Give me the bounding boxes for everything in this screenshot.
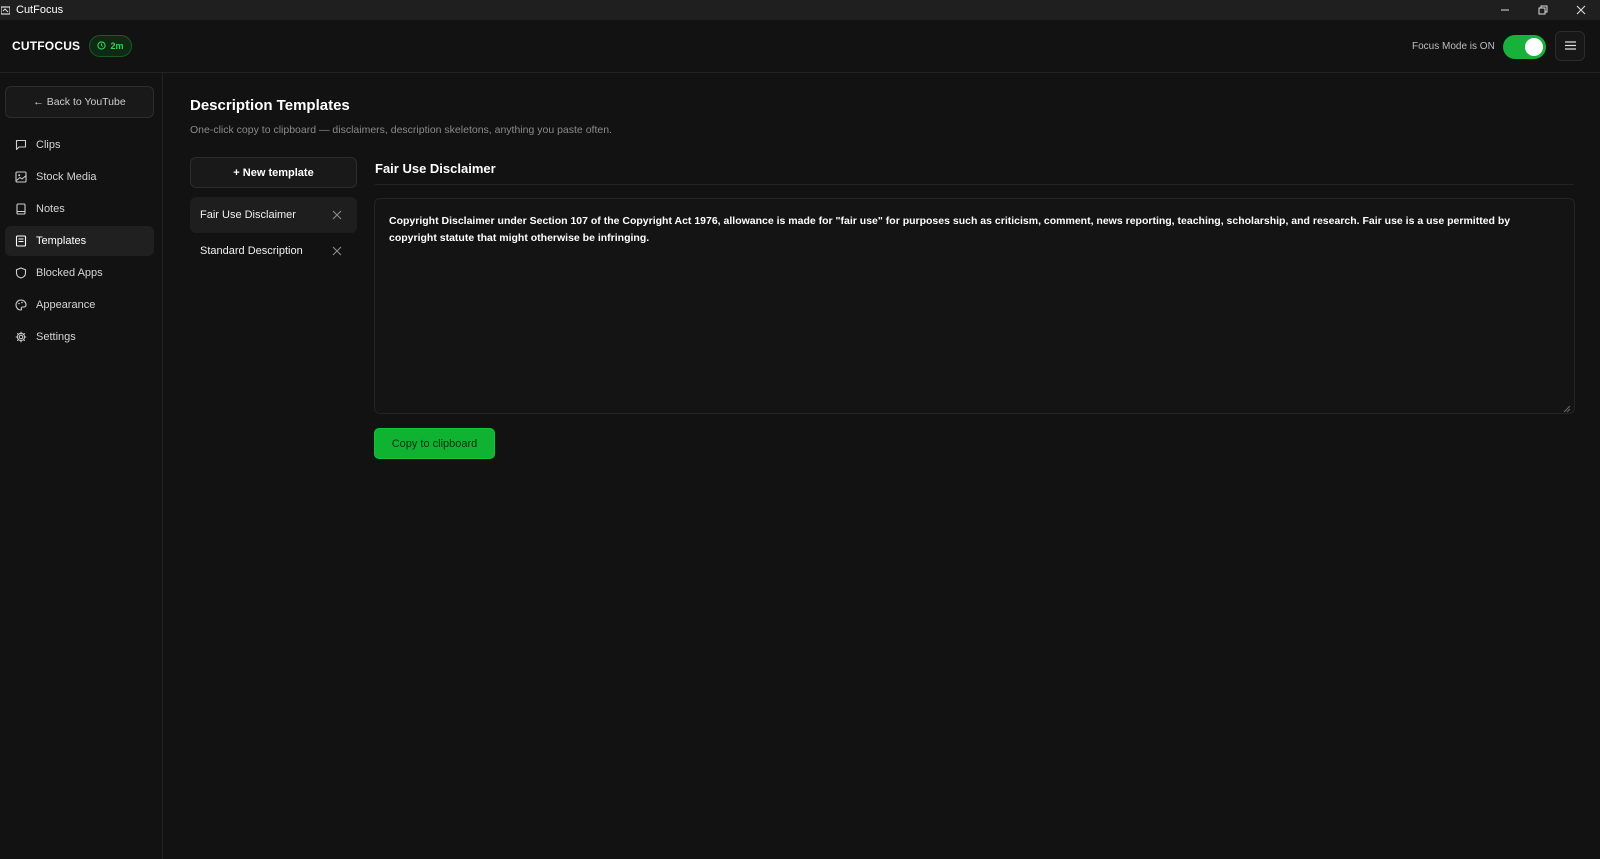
image-icon (15, 171, 27, 183)
timer-icon (97, 40, 107, 52)
app-icon (1, 5, 11, 15)
new-template-button[interactable]: + New template (190, 157, 357, 188)
sidebar-item-templates[interactable]: Templates (5, 226, 154, 256)
focus-mode-label: Focus Mode is ON (1412, 41, 1495, 52)
minimize-icon[interactable] (1486, 0, 1524, 20)
sidebar-item-blocked-apps[interactable]: Blocked Apps (5, 258, 154, 288)
template-content-textarea[interactable]: Copyright Disclaimer under Section 107 o… (374, 198, 1575, 414)
notebook-icon (15, 203, 27, 215)
sidebar-nav: Clips Stock Media Notes Templates Blocke… (5, 130, 154, 354)
delete-template-icon[interactable] (331, 209, 343, 221)
window-controls (1486, 0, 1600, 20)
sidebar-item-clips[interactable]: Clips (5, 130, 154, 160)
template-list: Fair Use Disclaimer Standard Description (190, 197, 357, 269)
resize-grip-icon[interactable] (1563, 402, 1571, 413)
template-item-label: Standard Description (200, 245, 303, 257)
timer-value: 2m (110, 41, 124, 51)
palette-icon (15, 299, 27, 311)
chat-bubble-icon (15, 139, 27, 151)
sidebar-item-settings[interactable]: Settings (5, 322, 154, 352)
sidebar-item-label: Clips (36, 139, 61, 151)
gear-icon (15, 331, 27, 343)
app-header: CUTFOCUS 2m Focus Mode is ON (0, 20, 1600, 73)
sidebar-item-notes[interactable]: Notes (5, 194, 154, 224)
template-editor-title: Fair Use Disclaimer (375, 161, 496, 176)
restore-icon[interactable] (1524, 0, 1562, 20)
shield-icon (15, 267, 27, 279)
focus-timer-badge: 2m (89, 35, 132, 57)
template-item-label: Fair Use Disclaimer (200, 209, 296, 221)
sidebar-item-label: Notes (36, 203, 65, 215)
sidebar-item-stock-media[interactable]: Stock Media (5, 162, 154, 192)
window-title: CutFocus (16, 4, 64, 16)
sidebar-item-label: Stock Media (36, 171, 97, 183)
page-subtitle: One-click copy to clipboard — disclaimer… (190, 124, 612, 136)
sidebar-item-label: Templates (36, 235, 87, 247)
sidebar-item-label: Settings (36, 331, 76, 343)
hamburger-icon (1564, 37, 1576, 55)
focus-mode-toggle[interactable] (1503, 35, 1546, 59)
template-item-fair-use-disclaimer[interactable]: Fair Use Disclaimer (190, 197, 357, 233)
toggle-knob (1525, 38, 1543, 56)
menu-button[interactable] (1555, 31, 1585, 61)
sidebar: ← Back to YouTube Clips Stock Media Note… (0, 73, 163, 859)
window-titlebar: CutFocus (0, 0, 1600, 20)
sidebar-item-appearance[interactable]: Appearance (5, 290, 154, 320)
page-title: Description Templates (190, 97, 350, 114)
app-logo: CUTFOCUS (12, 39, 81, 53)
copy-to-clipboard-button[interactable]: Copy to clipboard (374, 428, 495, 459)
editor-divider (375, 184, 1574, 185)
sidebar-item-label: Appearance (36, 299, 96, 311)
close-icon[interactable] (1562, 0, 1600, 20)
template-icon (15, 235, 27, 247)
delete-template-icon[interactable] (331, 245, 343, 257)
back-to-youtube-button[interactable]: ← Back to YouTube (5, 86, 154, 118)
template-item-standard-description[interactable]: Standard Description (190, 233, 357, 269)
template-content-text: Copyright Disclaimer under Section 107 o… (389, 215, 1511, 244)
sidebar-item-label: Blocked Apps (36, 267, 103, 279)
